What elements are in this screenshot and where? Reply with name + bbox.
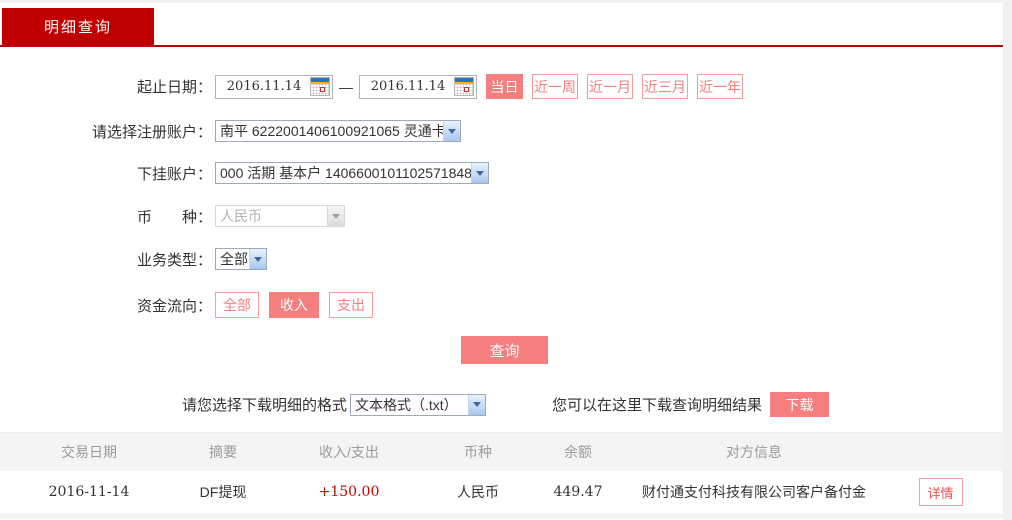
sub-account-row: 下挂账户： 000 活期 基本户 1406600101102571848 xyxy=(0,162,1003,184)
header-summary: 摘要 xyxy=(209,444,237,460)
currency-label: 币 种： xyxy=(136,208,212,226)
start-date-value: 2016.11.14 xyxy=(226,79,302,94)
end-date-input[interactable]: 2016.11.14 xyxy=(359,74,477,99)
header-counterparty: 对方信息 xyxy=(726,444,782,460)
date-range-label: 起止日期： xyxy=(136,79,212,96)
business-type-select[interactable]: 全部 xyxy=(215,248,267,270)
currency-select: 人民币 xyxy=(215,205,345,227)
calendar-icon[interactable] xyxy=(310,77,330,96)
currency-value: 人民币 xyxy=(220,208,262,224)
download-button[interactable]: 下载 xyxy=(770,392,830,417)
cell-balance: 449.47 xyxy=(553,484,603,500)
fund-flow-row: 资金流向： 全部 收入 支出 xyxy=(0,292,1003,318)
query-row: 查询 xyxy=(0,336,1003,364)
register-account-select[interactable]: 南平 6222001406100921065 灵通卡 xyxy=(215,120,461,142)
chevron-down-icon[interactable] xyxy=(471,163,488,183)
fund-flow-income[interactable]: 收入 xyxy=(269,292,319,318)
register-account-label: 请选择注册账户： xyxy=(91,123,212,141)
register-account-row: 请选择注册账户： 南平 6222001406100921065 灵通卡 xyxy=(0,120,1003,142)
business-type-label: 业务类型： xyxy=(136,251,212,269)
table-footer-strip xyxy=(0,513,1003,519)
chevron-down-icon[interactable] xyxy=(468,394,486,415)
query-form: 起止日期： 2016.11.14 — 2016.11.14 当日 近一周 近一月… xyxy=(0,74,1003,417)
date-separator: — xyxy=(339,78,353,95)
quick-range-month[interactable]: 近一月 xyxy=(587,74,633,99)
date-range-row: 起止日期： 2016.11.14 — 2016.11.14 当日 近一周 近一月… xyxy=(0,74,1003,99)
header-currency: 币种 xyxy=(464,444,492,460)
download-format-select[interactable]: 文本格式（.txt） xyxy=(350,393,487,416)
quick-range-quarter[interactable]: 近三月 xyxy=(642,74,688,99)
download-format-value: 文本格式（.txt） xyxy=(355,396,458,413)
cell-amount: +150.00 xyxy=(318,484,380,500)
results-table: 交易日期 摘要 收入/支出 币种 余额 对方信息 2016-11-14 DF提现… xyxy=(0,432,1003,519)
cell-currency: 人民币 xyxy=(457,484,499,500)
end-date-value: 2016.11.14 xyxy=(370,79,446,94)
download-hint: 您可以在这里下载查询明细结果 xyxy=(552,397,763,414)
chevron-down-icon[interactable] xyxy=(249,249,266,269)
quick-range-today[interactable]: 当日 xyxy=(486,74,523,99)
register-account-value: 南平 6222001406100921065 灵通卡 xyxy=(220,123,443,139)
chevron-down-icon[interactable] xyxy=(443,121,460,141)
query-button[interactable]: 查询 xyxy=(461,336,548,364)
chevron-down-icon xyxy=(327,206,344,226)
quick-range-week[interactable]: 近一周 xyxy=(532,74,578,99)
fund-flow-label: 资金流向： xyxy=(136,297,212,315)
download-row: 请您选择下载明细的格式 文本格式（.txt） 您可以在这里下载查询明细结果 下载 xyxy=(0,392,1003,417)
cell-date: 2016-11-14 xyxy=(48,484,130,500)
business-type-row: 业务类型： 全部 xyxy=(0,248,1003,270)
sub-account-label: 下挂账户： xyxy=(136,165,212,183)
fund-flow-expense[interactable]: 支出 xyxy=(329,292,373,318)
calendar-icon[interactable] xyxy=(454,77,474,96)
currency-row: 币 种： 人民币 xyxy=(0,205,1003,227)
sub-account-value: 000 活期 基本户 1406600101102571848 xyxy=(220,165,471,181)
start-date-input[interactable]: 2016.11.14 xyxy=(215,74,333,99)
detail-button[interactable]: 详情 xyxy=(918,478,963,506)
sub-account-select[interactable]: 000 活期 基本户 1406600101102571848 xyxy=(215,162,489,184)
table-header-row: 交易日期 摘要 收入/支出 币种 余额 对方信息 xyxy=(0,432,1003,471)
header-date: 交易日期 xyxy=(61,444,117,460)
quick-range-year[interactable]: 近一年 xyxy=(697,74,743,99)
header-amount: 收入/支出 xyxy=(319,444,379,460)
download-format-label: 请您选择下载明细的格式 xyxy=(182,397,348,414)
tab-bar: 明细查询 xyxy=(0,3,1003,47)
business-type-value: 全部 xyxy=(220,251,248,267)
cell-action: 详情 xyxy=(878,478,1003,506)
cell-counterparty: 财付通支付科技有限公司客户备付金 xyxy=(642,484,866,500)
cell-summary: DF提现 xyxy=(199,484,247,500)
main-panel: 明细查询 起止日期： 2016.11.14 — 2016.11.14 当日 近一… xyxy=(0,3,1003,520)
table-row: 2016-11-14 DF提现 +150.00 人民币 449.47 财付通支付… xyxy=(0,471,1003,513)
fund-flow-all[interactable]: 全部 xyxy=(215,292,259,318)
tab-detail-query[interactable]: 明细查询 xyxy=(2,8,154,45)
header-balance: 余额 xyxy=(564,444,592,460)
